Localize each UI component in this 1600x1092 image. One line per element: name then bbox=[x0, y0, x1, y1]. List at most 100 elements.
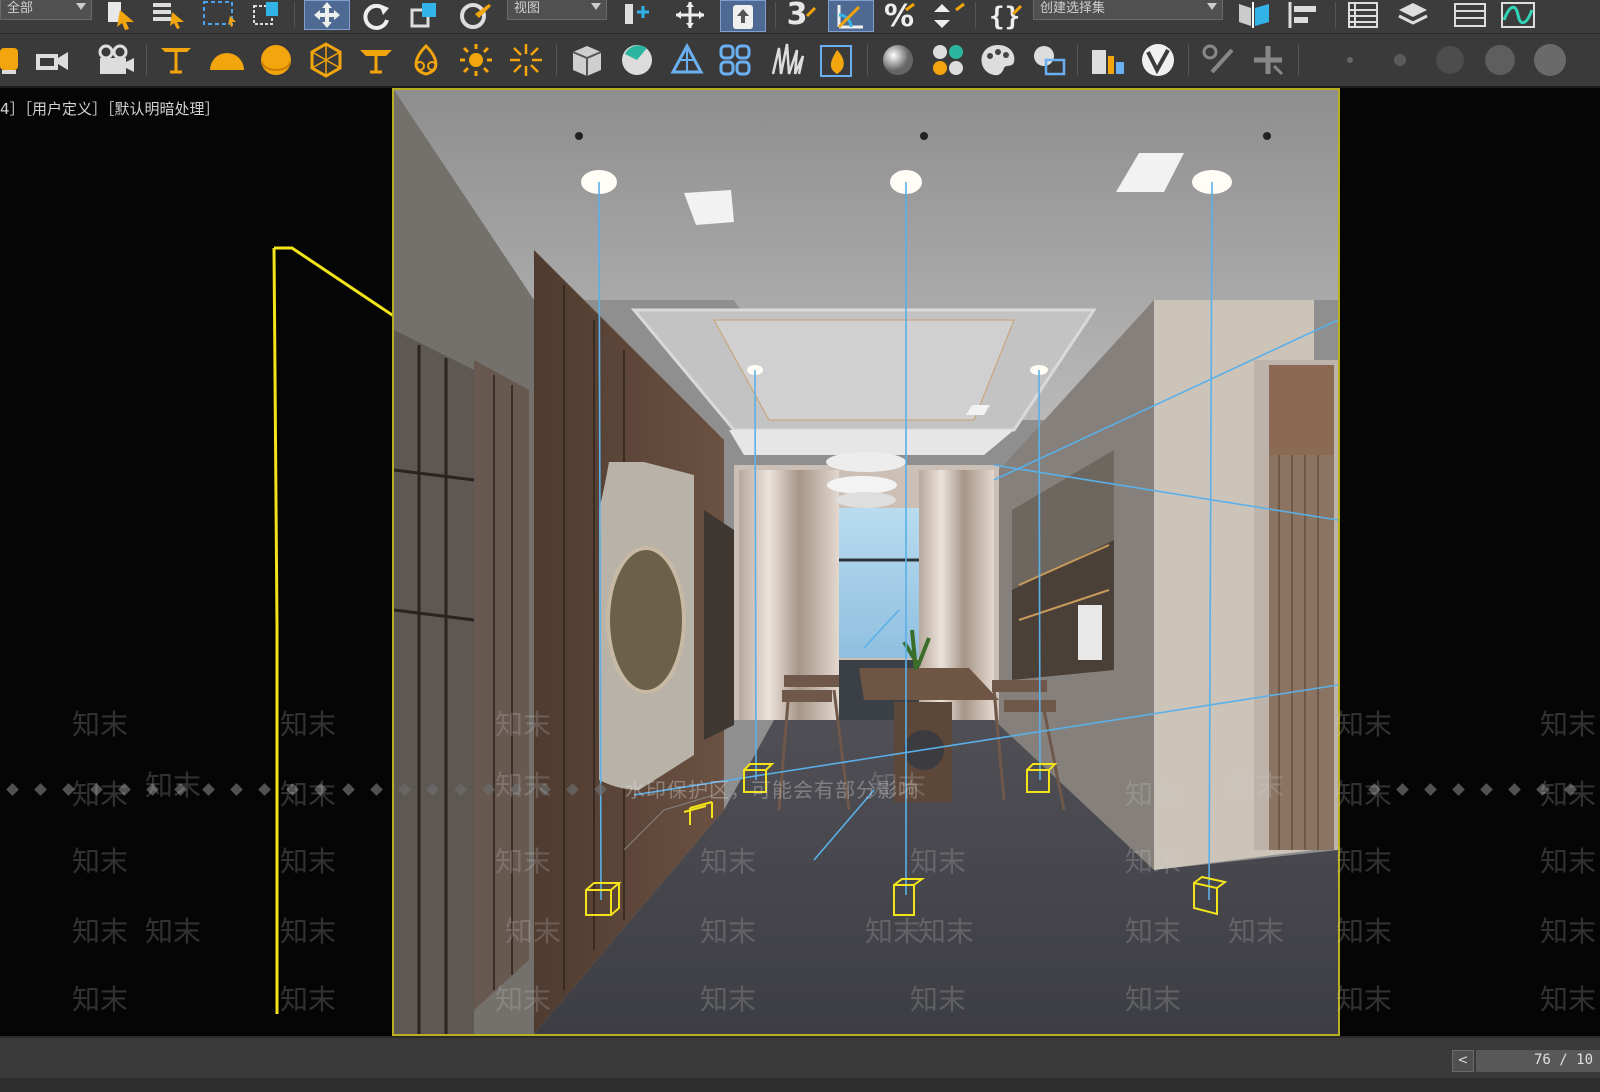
brush-icon[interactable] bbox=[1198, 42, 1238, 78]
rendered-scene bbox=[394, 90, 1338, 1034]
mirror-icon[interactable] bbox=[1233, 0, 1277, 30]
select-and-link-icon[interactable] bbox=[1248, 42, 1288, 78]
select-and-scale-icon[interactable] bbox=[406, 0, 444, 30]
watermark-text: 知末 bbox=[1336, 845, 1393, 878]
select-and-place-icon[interactable] bbox=[455, 0, 495, 30]
free-spot-light-icon[interactable] bbox=[157, 42, 195, 78]
ambient-light-icon[interactable] bbox=[506, 42, 546, 78]
watermark-text: 知末 bbox=[72, 845, 129, 878]
align-icon[interactable] bbox=[1284, 0, 1328, 30]
sphere-mid-icon[interactable] bbox=[1480, 42, 1520, 78]
select-object-icon[interactable] bbox=[103, 0, 139, 30]
svg-text:%: % bbox=[884, 0, 914, 30]
watermark-text: 知末 bbox=[280, 983, 337, 1016]
sphere-light-icon[interactable] bbox=[1530, 42, 1570, 78]
perspective-viewport[interactable]: 4］［用户定义］［默认明暗处理］ 水印保护区，可能会有部分影响 知末 知末 知末… bbox=[0, 88, 1600, 1036]
watermark-text: 知末 bbox=[280, 708, 337, 741]
select-by-name-icon[interactable] bbox=[150, 0, 188, 30]
snaps-toggle-number: 3 bbox=[786, 0, 808, 32]
mesh-light-icon[interactable] bbox=[356, 42, 396, 78]
watermark-text: 知末 bbox=[1540, 915, 1597, 948]
watermark-text: 知末 bbox=[918, 915, 975, 948]
omni-light-icon[interactable] bbox=[206, 42, 248, 78]
keyboard-shortcut-override-icon[interactable] bbox=[720, 0, 766, 32]
reference-coordinate-value: 视图 bbox=[514, 1, 541, 16]
watermark-text: 知末 bbox=[280, 915, 337, 948]
percent-snap-icon[interactable]: % bbox=[880, 0, 920, 30]
watermark-text: 知末 bbox=[72, 915, 129, 948]
watermark-text: 知末 bbox=[1336, 778, 1393, 811]
watermark-text: 知末 bbox=[1540, 778, 1597, 811]
watermark-text: 知末 bbox=[1228, 915, 1285, 948]
watermark-text: 知末 bbox=[145, 769, 202, 802]
named-selection-dropdown[interactable]: 创建选择集 bbox=[1033, 0, 1223, 20]
watermark-text: 知末 bbox=[72, 708, 129, 741]
sphere-dim-icon[interactable] bbox=[1430, 42, 1470, 78]
vray-logo-icon[interactable] bbox=[1138, 42, 1178, 78]
watermark-text: 知末 bbox=[280, 778, 337, 811]
time-slider-bar: < 76 / 10 bbox=[0, 1036, 1600, 1092]
watermark-text: 知末 bbox=[700, 983, 757, 1016]
select-and-manipulate-icon[interactable] bbox=[670, 0, 710, 30]
select-and-move-icon[interactable] bbox=[304, 0, 350, 30]
watermark-text: 知末 bbox=[495, 983, 552, 1016]
material-editor-icon[interactable] bbox=[928, 42, 968, 78]
safe-frame bbox=[392, 88, 1340, 1036]
dot-tiny-icon[interactable] bbox=[1330, 42, 1370, 78]
ribbon-icon[interactable] bbox=[1450, 0, 1490, 30]
svg-text:{}: {} bbox=[989, 2, 1020, 30]
color-palette-icon[interactable] bbox=[978, 42, 1018, 78]
vray-sphere-light-icon[interactable] bbox=[306, 42, 346, 78]
window-crossing-icon[interactable] bbox=[250, 0, 286, 30]
edit-named-selection-icon[interactable]: {} bbox=[985, 0, 1025, 30]
curve-editor-icon[interactable] bbox=[1498, 0, 1540, 30]
layer-explorer-icon[interactable] bbox=[1393, 0, 1433, 30]
fire-icon[interactable] bbox=[817, 42, 857, 78]
sun-icon[interactable] bbox=[456, 42, 496, 78]
vray-proxy-icon[interactable] bbox=[567, 42, 607, 78]
vray-frame-buffer-icon[interactable] bbox=[1028, 42, 1068, 78]
sky-dome-icon[interactable] bbox=[256, 42, 296, 78]
watermark-text: 知末 bbox=[910, 983, 967, 1016]
toolbox-icon[interactable] bbox=[1088, 42, 1128, 78]
watermark-text: 知末 bbox=[1336, 983, 1393, 1016]
use-pivot-center-icon[interactable] bbox=[617, 0, 657, 30]
render-production-icon[interactable] bbox=[96, 42, 136, 78]
watermark-text: 知末 bbox=[495, 769, 552, 802]
watermark-text: 知末 bbox=[1540, 983, 1597, 1016]
grass-icon[interactable] bbox=[767, 42, 807, 78]
clipper-icon[interactable] bbox=[667, 42, 707, 78]
selection-filter-dropdown[interactable]: 全部 bbox=[0, 0, 92, 20]
watermark-text: 知末 bbox=[1125, 915, 1182, 948]
scene-explorer-icon[interactable] bbox=[1343, 0, 1383, 30]
watermark-text: 知末 bbox=[280, 845, 337, 878]
named-selection-value: 创建选择集 bbox=[1040, 1, 1106, 16]
vray-fur-icon[interactable] bbox=[617, 42, 657, 78]
watermark-text: 知末 bbox=[1540, 845, 1597, 878]
rect-selection-region-icon[interactable] bbox=[200, 0, 238, 30]
spinner-snap-icon[interactable] bbox=[928, 0, 968, 30]
watermark-text: 知末 bbox=[495, 708, 552, 741]
watermark-text: 知末 bbox=[72, 983, 129, 1016]
select-and-rotate-icon[interactable] bbox=[357, 0, 395, 30]
watermark-text: 知末 bbox=[910, 845, 967, 878]
vray-toolbar bbox=[0, 34, 1600, 88]
reference-coordinate-dropdown[interactable]: 视图 bbox=[507, 0, 607, 20]
snaps-toggle-icon[interactable]: 3 bbox=[783, 0, 821, 32]
watermark-text: 知末 bbox=[495, 845, 552, 878]
watermark-text: 知末 bbox=[145, 915, 202, 948]
watermark-text: 知末 bbox=[700, 915, 757, 948]
render-setup-icon[interactable] bbox=[0, 42, 26, 78]
angle-snap-icon[interactable] bbox=[828, 0, 874, 32]
previous-frame-button[interactable]: < bbox=[1452, 1050, 1474, 1072]
watermark-text: 知末 bbox=[1125, 778, 1182, 811]
dot-small-icon[interactable] bbox=[1380, 42, 1420, 78]
selection-filter-value: 全部 bbox=[7, 1, 34, 16]
material-multi-icon[interactable] bbox=[717, 42, 757, 78]
rendered-frame-window-icon[interactable] bbox=[34, 42, 74, 78]
main-toolbar: 全部 视图 3 % {} 创建选择集 bbox=[0, 0, 1600, 34]
material-sphere-icon[interactable] bbox=[878, 42, 918, 78]
frame-counter[interactable]: 76 / 10 bbox=[1476, 1050, 1600, 1072]
watermark-text: 知末 bbox=[700, 845, 757, 878]
ies-light-icon[interactable] bbox=[406, 42, 446, 78]
